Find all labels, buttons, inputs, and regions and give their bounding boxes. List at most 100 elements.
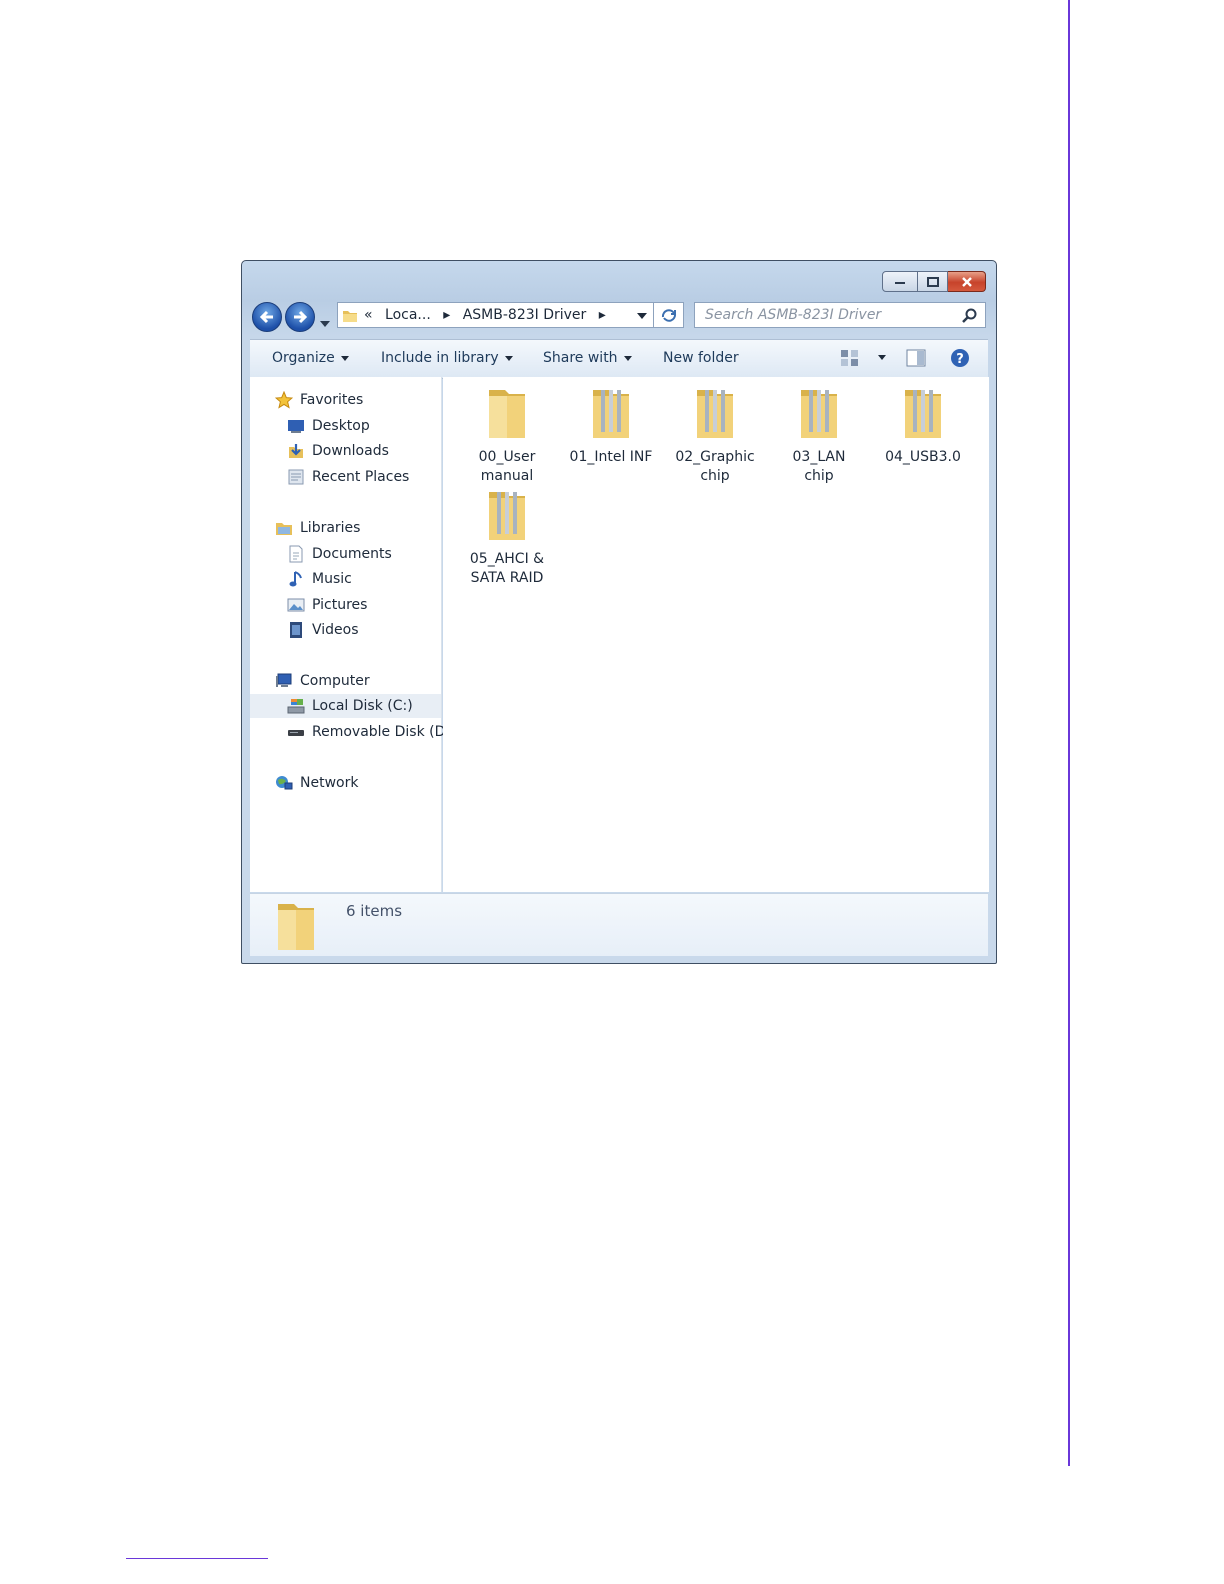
libraries-icon xyxy=(276,523,292,535)
nav-removable-disk[interactable]: Removable Disk (D:) xyxy=(286,720,456,744)
back-button[interactable] xyxy=(252,302,282,332)
help-button[interactable]: ? xyxy=(950,348,970,372)
file-list: 00_User manual 01_Intel INF 02_Graphic chi… xyxy=(443,377,989,892)
view-options-dropdown[interactable] xyxy=(872,349,886,365)
caption-buttons xyxy=(882,271,986,292)
nav-local-disk-label: Local Disk (C:) xyxy=(312,698,413,714)
nav-documents-label: Documents xyxy=(312,546,392,562)
chevron-down-icon[interactable] xyxy=(637,313,647,319)
nav-network-label: Network xyxy=(300,775,359,791)
folder-item[interactable]: 05_AHCI & SATA RAID xyxy=(457,486,557,588)
chevron-down-icon xyxy=(623,355,632,361)
nav-downloads[interactable]: Downloads xyxy=(286,439,389,463)
back-arrow-icon xyxy=(259,310,273,324)
folder-label: 03_LAN chip xyxy=(792,449,846,484)
folder-item[interactable]: 02_Graphic chip xyxy=(665,384,765,486)
nav-pictures[interactable]: Pictures xyxy=(286,593,367,617)
share-label: Share with xyxy=(543,350,618,366)
nav-network[interactable]: Network xyxy=(274,771,358,795)
downloads-icon xyxy=(289,444,303,458)
folder-icon xyxy=(489,390,525,438)
search-icon[interactable] xyxy=(962,308,978,324)
recent-pages-dropdown[interactable] xyxy=(320,312,330,331)
view-grid-icon xyxy=(841,350,858,366)
folder-icon xyxy=(343,311,357,322)
folder-label: 04_USB3.0 xyxy=(885,449,961,465)
folder-item[interactable]: 00_User manual xyxy=(457,384,557,486)
nav-downloads-label: Downloads xyxy=(312,443,389,459)
refresh-button[interactable] xyxy=(654,302,684,328)
local-disk-icon xyxy=(287,699,305,714)
nav-desktop-label: Desktop xyxy=(312,418,370,434)
item-count: 6 items xyxy=(346,902,403,920)
breadcrumb-item-local[interactable]: Loca... xyxy=(385,307,431,323)
forward-button[interactable] xyxy=(285,302,315,332)
maximize-icon xyxy=(926,276,939,287)
new-folder-label: New folder xyxy=(663,350,739,366)
folder-label: 02_Graphic chip xyxy=(675,449,755,484)
close-button[interactable] xyxy=(948,271,986,292)
address-bar[interactable]: « Loca... ▸ ASMB-823I Driver ▸ xyxy=(337,302,654,328)
page-margin-rule xyxy=(1068,0,1070,1466)
videos-icon xyxy=(290,622,302,638)
folder-icon xyxy=(905,390,941,438)
refresh-icon xyxy=(661,309,676,322)
preview-pane-button[interactable] xyxy=(906,349,926,371)
nav-libraries-label: Libraries xyxy=(300,520,361,536)
recent-places-icon xyxy=(288,469,304,485)
folder-label: 00_User manual xyxy=(478,449,536,484)
close-icon xyxy=(961,276,972,287)
star-icon xyxy=(275,391,293,409)
minimize-icon xyxy=(895,281,905,284)
details-pane: 6 items xyxy=(250,893,988,956)
minimize-button[interactable] xyxy=(882,271,918,292)
command-bar: Organize Include in library Share with N… xyxy=(250,339,988,379)
svg-text:?: ? xyxy=(956,352,964,367)
nav-recent-places[interactable]: Recent Places xyxy=(286,465,409,489)
nav-libraries[interactable]: Libraries xyxy=(274,516,360,540)
folder-item[interactable]: 03_LAN chip xyxy=(769,384,869,486)
nav-documents[interactable]: Documents xyxy=(286,542,392,566)
explorer-window: « Loca... ▸ ASMB-823I Driver ▸ Search AS… xyxy=(241,260,997,964)
folder-item[interactable]: 04_USB3.0 xyxy=(873,384,973,467)
nav-pictures-label: Pictures xyxy=(312,597,368,613)
nav-local-disk[interactable]: Local Disk (C:) xyxy=(250,694,441,718)
nav-removable-label: Removable Disk (D:) xyxy=(312,724,456,740)
nav-favorites[interactable]: Favorites xyxy=(274,388,363,412)
breadcrumb-separator-icon[interactable]: ▸ xyxy=(443,307,450,323)
nav-videos[interactable]: Videos xyxy=(286,618,359,642)
help-icon: ? xyxy=(951,349,969,367)
navigation-bar: « Loca... ▸ ASMB-823I Driver ▸ Search AS… xyxy=(252,300,986,332)
network-icon xyxy=(276,776,293,790)
folder-icon xyxy=(489,492,525,540)
nav-desktop[interactable]: Desktop xyxy=(286,414,370,438)
nav-music[interactable]: Music xyxy=(286,567,352,591)
breadcrumb-item-driver[interactable]: ASMB-823I Driver xyxy=(463,307,587,323)
share-with-menu[interactable]: Share with xyxy=(543,350,632,366)
maximize-button[interactable] xyxy=(918,271,948,292)
preview-pane-icon xyxy=(906,349,926,367)
folder-icon xyxy=(697,390,733,438)
search-box[interactable]: Search ASMB-823I Driver xyxy=(694,302,986,328)
change-view-button[interactable] xyxy=(840,349,860,371)
organize-label: Organize xyxy=(272,350,335,366)
chevron-down-icon xyxy=(340,355,349,361)
breadcrumb-separator-icon[interactable]: ▸ xyxy=(599,307,606,323)
search-placeholder: Search ASMB-823I Driver xyxy=(705,307,882,323)
documents-icon xyxy=(289,545,303,563)
nav-music-label: Music xyxy=(312,571,352,587)
footer-rule xyxy=(126,1558,268,1559)
breadcrumb-overflow[interactable]: « xyxy=(364,307,373,323)
chevron-down-icon xyxy=(878,354,886,360)
breadcrumb: « Loca... ▸ ASMB-823I Driver ▸ xyxy=(364,307,614,323)
include-in-library-menu[interactable]: Include in library xyxy=(381,350,513,366)
folder-icon xyxy=(278,904,314,950)
organize-menu[interactable]: Organize xyxy=(272,350,349,366)
folder-item[interactable]: 01_Intel INF xyxy=(561,384,661,467)
folder-icon xyxy=(801,390,837,438)
nav-computer[interactable]: Computer xyxy=(274,669,370,693)
nav-computer-label: Computer xyxy=(300,673,370,689)
chevron-down-icon xyxy=(320,321,330,327)
new-folder-button[interactable]: New folder xyxy=(663,350,739,366)
include-label: Include in library xyxy=(381,350,499,366)
